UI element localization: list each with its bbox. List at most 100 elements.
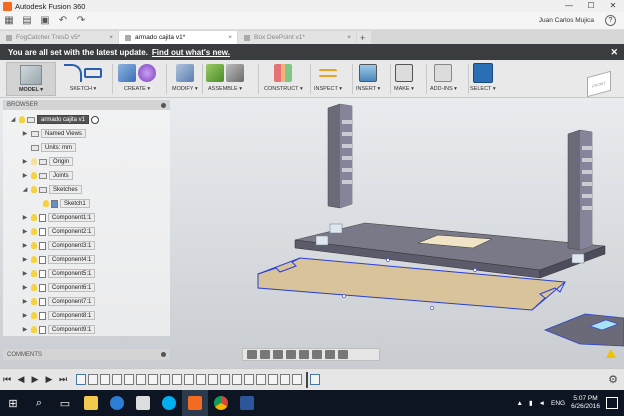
store-icon[interactable] (130, 390, 156, 416)
expand-arrow-icon[interactable]: ▶ (21, 158, 29, 165)
tree-component[interactable]: ▶ Component4:1 (21, 254, 96, 265)
clock[interactable]: 5:07 PM 6/26/2016 (571, 395, 600, 411)
zoom-icon[interactable] (286, 350, 296, 359)
close-tab-icon[interactable]: × (109, 34, 113, 41)
make-group[interactable]: MAKE ▾ (394, 62, 414, 96)
close-icon[interactable]: ✕ (610, 47, 618, 58)
undo-icon[interactable]: ↶ (54, 13, 72, 29)
word-icon[interactable] (234, 390, 260, 416)
workspace-switcher[interactable]: MODEL ▾ (6, 62, 56, 96)
sphere-icon[interactable] (138, 64, 156, 82)
sketch-group[interactable]: SKETCH ▾ (64, 62, 102, 96)
new-component-icon[interactable] (206, 64, 224, 82)
go-to-end-icon[interactable]: ⏭ (56, 373, 70, 387)
sketch-menu[interactable]: SKETCH ▾ (70, 86, 97, 92)
timeline-feature[interactable] (232, 374, 242, 385)
tab-box-deepoint[interactable]: Box DeePoint v1* × (238, 31, 356, 44)
fusion-taskbar-icon[interactable] (182, 390, 208, 416)
timeline-feature[interactable] (244, 374, 254, 385)
timeline-feature[interactable] (124, 374, 134, 385)
expand-arrow-icon[interactable]: ▶ (21, 242, 29, 249)
browser-header[interactable]: BROWSER (3, 100, 170, 110)
timeline-feature[interactable] (256, 374, 266, 385)
select-cursor-icon[interactable] (472, 63, 493, 83)
chrome-icon[interactable] (208, 390, 234, 416)
scripts-icon[interactable] (434, 64, 453, 82)
play-icon[interactable]: ▶ (28, 373, 42, 387)
file-explorer-icon[interactable] (78, 390, 104, 416)
volume-icon[interactable]: ◄ (539, 400, 545, 407)
timeline-sketch-feature[interactable] (310, 374, 320, 385)
assemble-group[interactable]: ASSEMBLE ▾ (206, 62, 244, 96)
tree-sketches[interactable]: ◢ Sketches (21, 184, 82, 195)
gear-icon[interactable]: ⚙ (608, 373, 618, 386)
sketch-arc-icon[interactable] (64, 64, 82, 82)
grid-settings-icon[interactable] (325, 350, 335, 359)
press-pull-icon[interactable] (175, 64, 194, 82)
action-center-icon[interactable] (606, 397, 618, 409)
battery-icon[interactable]: ▮ (529, 399, 533, 407)
windows-start-icon[interactable]: ⊞ (0, 390, 26, 416)
expand-arrow-icon[interactable]: ▶ (21, 214, 29, 221)
3d-print-icon[interactable] (394, 64, 413, 82)
timeline-feature[interactable] (220, 374, 230, 385)
visibility-bulb-icon[interactable] (31, 256, 37, 263)
expand-arrow-icon[interactable]: ▶ (21, 312, 29, 319)
comments-panel[interactable]: COMMENTS (3, 349, 170, 360)
select-group[interactable]: SELECT ▾ (470, 62, 496, 96)
visibility-bulb-icon[interactable] (43, 200, 49, 207)
step-forward-icon[interactable]: ▶ (42, 373, 56, 387)
tree-joints[interactable]: ▶ Joints (21, 170, 73, 181)
expand-arrow-icon[interactable]: ▶ (21, 130, 29, 137)
grid-menu-icon[interactable]: ▦ (0, 13, 18, 29)
visibility-bulb-icon[interactable] (31, 270, 37, 277)
tree-sketch1[interactable]: Sketch1 (43, 198, 90, 209)
create-menu[interactable]: CREATE ▾ (124, 86, 150, 92)
tree-component[interactable]: ▶ Component5:1 (21, 268, 96, 279)
inspect-menu[interactable]: INSPECT ▾ (314, 86, 342, 92)
inspect-group[interactable]: INSPECT ▾ (314, 62, 342, 96)
timeline-feature[interactable] (136, 374, 146, 385)
pan-icon[interactable] (273, 350, 283, 359)
tree-component[interactable]: ▶ Component8:1 (21, 310, 96, 321)
tree-named-views[interactable]: ▶ Named Views (21, 128, 86, 139)
expand-arrow-icon[interactable]: ▶ (21, 228, 29, 235)
file-menu-icon[interactable]: ▤ (18, 13, 36, 29)
expand-arrow-icon[interactable]: ▶ (21, 326, 29, 333)
close-tab-icon[interactable]: × (347, 34, 351, 41)
insert-image-icon[interactable] (359, 64, 378, 82)
tree-component[interactable]: ▶ Component2:1 (21, 226, 96, 237)
viewports-icon[interactable] (338, 350, 348, 359)
timeline-feature[interactable] (184, 374, 194, 385)
offset-plane-icon[interactable] (274, 64, 293, 82)
collapse-arrow-icon[interactable]: ◢ (9, 116, 17, 123)
addins-menu[interactable]: ADD-INS ▾ (430, 86, 457, 92)
rectangle-icon[interactable] (84, 68, 102, 78)
visibility-bulb-icon[interactable] (31, 312, 37, 319)
user-name[interactable]: Juan Carlos Mujica (539, 17, 594, 24)
look-at-icon[interactable] (260, 350, 270, 359)
timeline-feature[interactable] (112, 374, 122, 385)
visibility-bulb-icon[interactable] (31, 172, 37, 179)
construct-menu[interactable]: CONSTRUCT ▾ (264, 86, 303, 92)
language-indicator[interactable]: ENG (551, 400, 565, 407)
timeline-feature[interactable] (100, 374, 110, 385)
display-settings-icon[interactable] (312, 350, 322, 359)
task-view-icon[interactable]: ▭ (52, 390, 78, 416)
visibility-bulb-icon[interactable] (31, 186, 37, 193)
help-icon[interactable]: ? (605, 15, 616, 26)
close-button[interactable]: ✕ (602, 0, 624, 12)
insert-menu[interactable]: INSERT ▾ (356, 86, 380, 92)
save-icon[interactable]: ▣ (36, 13, 54, 29)
timeline-feature[interactable] (280, 374, 290, 385)
modify-menu[interactable]: MODIFY ▾ (172, 86, 198, 92)
expand-arrow-icon[interactable]: ▶ (21, 256, 29, 263)
timeline-marker[interactable] (306, 371, 308, 388)
extrude-icon[interactable] (118, 64, 136, 82)
visibility-bulb-icon[interactable] (31, 298, 37, 305)
insert-group[interactable]: INSERT ▾ (356, 62, 380, 96)
fit-icon[interactable] (299, 350, 309, 359)
visibility-bulb-icon[interactable] (19, 116, 25, 123)
timeline-feature[interactable] (268, 374, 278, 385)
collapse-arrow-icon[interactable]: ◢ (21, 186, 29, 193)
